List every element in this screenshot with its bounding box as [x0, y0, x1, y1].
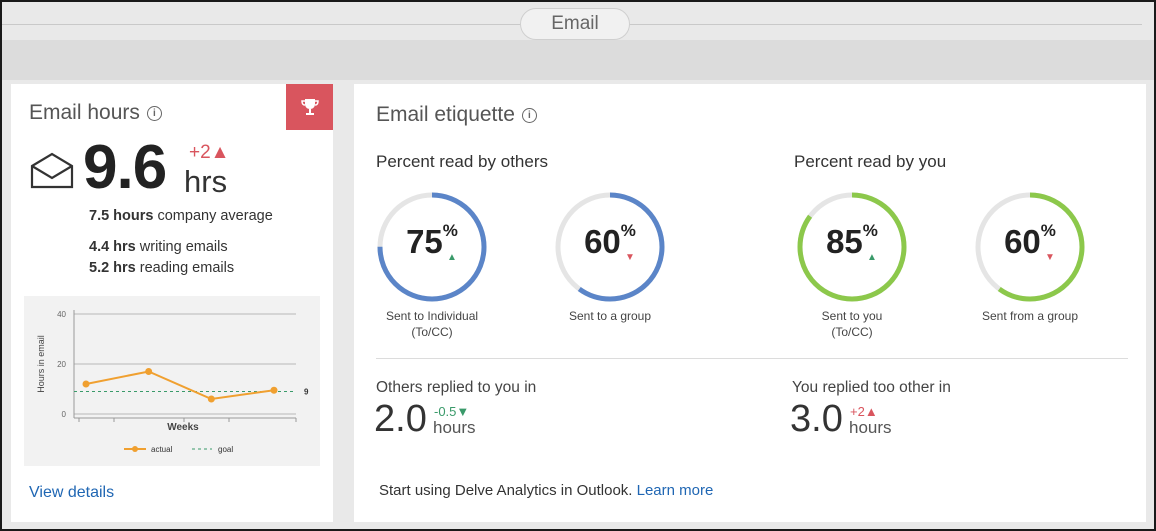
- writing-emails-value: 4.4 hrs: [89, 239, 136, 255]
- email-hours-unit: hrs: [184, 164, 228, 199]
- ring-label: Sent to Individual (To/CC): [342, 308, 522, 340]
- others-replied-value: 2.0: [374, 398, 427, 440]
- legend-goal-label: goal: [218, 445, 233, 454]
- footer-message: Start using Delve Analytics in Outlook.: [379, 482, 637, 499]
- trophy-badge[interactable]: [286, 84, 333, 130]
- ring-label-line1: Sent from a group: [981, 309, 1079, 323]
- company-average-value: 7.5 hours: [89, 208, 154, 224]
- writing-emails-text: writing emails: [135, 239, 228, 255]
- ring-percent-sign: %: [1040, 221, 1056, 240]
- email-hours-value: 9.6: [83, 133, 167, 202]
- trend-up-icon: ▲: [867, 252, 877, 263]
- you-replied-label: You replied too other in: [792, 379, 951, 396]
- section-divider: [376, 358, 1128, 359]
- ring-percent-value: 75: [406, 223, 443, 260]
- y-tick-label: 20: [57, 360, 66, 369]
- read-by-others-title: Percent read by others: [376, 152, 548, 171]
- hours-chart: 0 20 40 Hours in email Weeks 9 actual goal: [24, 296, 320, 466]
- ring-percent-sign: %: [620, 221, 636, 240]
- you-replied-unit: hours: [849, 418, 892, 437]
- y-tick-label: 0: [62, 410, 67, 419]
- company-average-text: company average: [153, 208, 273, 224]
- legend-actual-label: actual: [151, 445, 173, 454]
- reading-emails-text: reading emails: [135, 260, 235, 276]
- email-etiquette-title: Email etiquette: [376, 103, 515, 126]
- actual-point: [207, 395, 215, 403]
- you-replied-value: 3.0: [790, 398, 843, 440]
- percent-ring: 60% ▼: [553, 190, 667, 304]
- ring-percent-text: 75%: [375, 221, 489, 261]
- ring-percent-sign: %: [862, 221, 878, 240]
- trend-down-icon: ▼: [1045, 252, 1055, 263]
- percent-ring: 75% ▲: [375, 190, 489, 304]
- info-icon[interactable]: i: [521, 107, 537, 123]
- trophy-icon: [300, 99, 319, 115]
- company-average: 7.5 hours company average: [89, 208, 273, 224]
- percent-ring: 60% ▼: [973, 190, 1087, 304]
- ring-label: Sent to a group: [520, 308, 700, 324]
- percent-ring: 85% ▲: [795, 190, 909, 304]
- actual-point: [145, 368, 153, 375]
- writing-emails: 4.4 hrs writing emails: [89, 239, 228, 255]
- y-axis-label: Hours in email: [36, 335, 46, 393]
- learn-more-link[interactable]: Learn more: [637, 482, 714, 499]
- header-band: [2, 40, 1154, 80]
- you-replied-delta: +2▲: [850, 404, 878, 419]
- ring-percent-sign: %: [442, 221, 458, 240]
- hours-chart-svg: 0 20 40 Hours in email Weeks 9 actual goal: [36, 310, 309, 454]
- email-etiquette-title-row: Email etiquette i: [376, 103, 537, 127]
- email-hours-card: Email hours i 9.6 +2▲ hrs 7.5 hours comp…: [11, 84, 333, 522]
- footer-text: Start using Delve Analytics in Outlook. …: [379, 482, 713, 499]
- ring-label-line1: Sent to a group: [568, 309, 652, 323]
- ring-label-line1: Sent to you: [821, 309, 883, 323]
- ring-percent-text: 60%: [553, 221, 667, 261]
- email-hours-title-row: Email hours i: [29, 101, 162, 125]
- ring-percent-text: 85%: [795, 221, 909, 261]
- others-replied-delta: -0.5▼: [434, 404, 470, 419]
- email-etiquette-card: Email etiquette i Percent read by others…: [354, 84, 1146, 522]
- goal-value-label: 9: [304, 388, 309, 397]
- trend-up-icon: ▲: [447, 252, 457, 263]
- legend-actual-marker: [132, 446, 138, 452]
- ring-percent-value: 60: [584, 223, 621, 260]
- reading-emails-value: 5.2 hrs: [89, 260, 136, 276]
- ring-label: Sent to you (To/CC): [762, 308, 942, 340]
- section-title-email: Email: [520, 8, 630, 40]
- email-hours-title: Email hours: [29, 101, 140, 124]
- envelope-icon: [30, 152, 74, 189]
- y-tick-label: 40: [57, 310, 66, 319]
- trend-down-icon: ▼: [625, 252, 635, 263]
- ring-label-line2: (To/CC): [411, 325, 453, 339]
- info-icon[interactable]: i: [146, 105, 162, 121]
- actual-point: [82, 380, 90, 388]
- email-hours-delta: +2▲: [189, 142, 230, 163]
- read-by-you-title: Percent read by you: [794, 152, 947, 171]
- ring-label-line2: (To/CC): [831, 325, 873, 339]
- ring-percent-value: 85: [826, 223, 863, 260]
- others-replied-label: Others replied to you in: [376, 379, 537, 396]
- others-replied-unit: hours: [433, 418, 476, 437]
- ring-label-line1: Sent to Individual: [385, 309, 479, 323]
- ring-label: Sent from a group: [940, 308, 1120, 324]
- actual-line: [85, 370, 275, 401]
- actual-point: [270, 386, 278, 394]
- view-details-link[interactable]: View details: [29, 484, 114, 502]
- ring-percent-value: 60: [1004, 223, 1041, 260]
- ring-percent-text: 60%: [973, 221, 1087, 261]
- x-axis-label: Weeks: [167, 422, 199, 433]
- reading-emails: 5.2 hrs reading emails: [89, 260, 234, 276]
